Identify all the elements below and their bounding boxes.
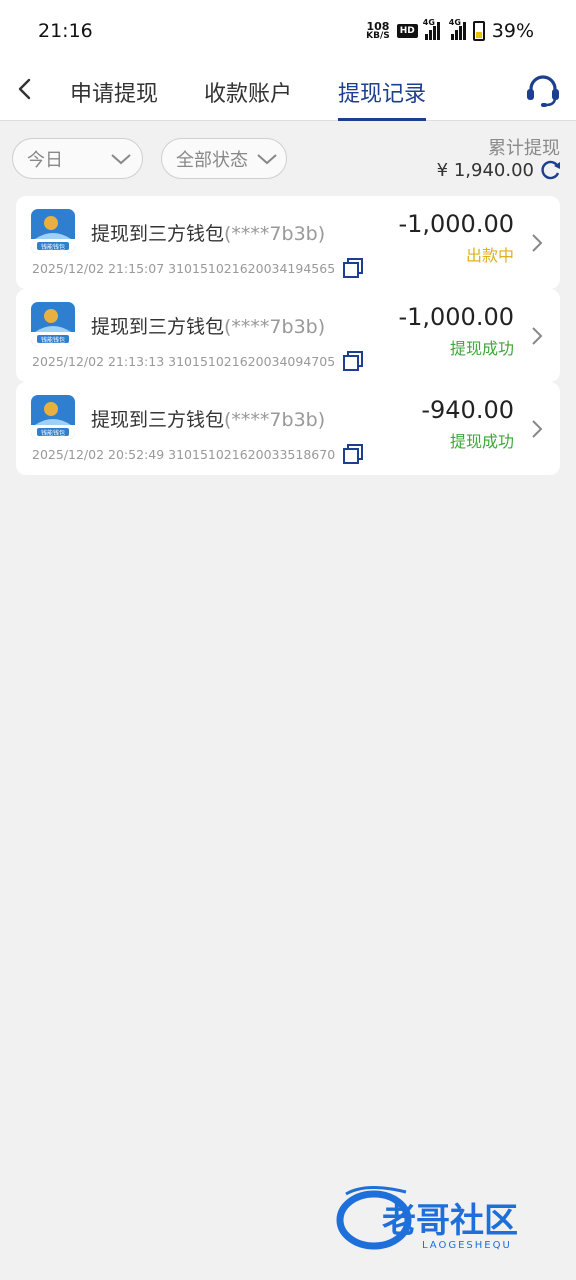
record-amount: -940.00 <box>421 396 514 424</box>
total-withdraw-label: 累计提现 <box>488 138 560 159</box>
signal-icon: 4G <box>423 18 440 40</box>
wallet-logo-icon: 钱能钱包 <box>31 302 75 346</box>
record-title: 提现到三方钱包(****7b3b) <box>91 219 325 246</box>
svg-text:LAOGESHEQU: LAOGESHEQU <box>422 1240 512 1251</box>
chevron-down-icon <box>257 153 277 164</box>
chevron-right-icon <box>532 234 543 252</box>
refresh-icon[interactable] <box>540 159 562 181</box>
filter-row: 今日 全部状态 累计提现 ¥ 1,940.00 <box>0 121 576 196</box>
withdraw-record-card[interactable]: 钱能钱包 提现到三方钱包(****7b3b) 2025/12/02 21:13:13… <box>16 289 560 382</box>
withdraw-record-card[interactable]: 钱能钱包 提现到三方钱包(****7b3b) 2025/12/02 21:15:07… <box>16 196 560 289</box>
record-status: 提现成功 <box>449 432 514 451</box>
total-withdraw-row: ¥ 1,940.00 <box>437 159 562 181</box>
record-title: 提现到三方钱包(****7b3b) <box>91 405 325 432</box>
chevron-right-icon <box>532 327 543 345</box>
copy-icon[interactable] <box>342 443 364 465</box>
record-amount: -1,000.00 <box>398 303 514 331</box>
copy-icon[interactable] <box>342 350 364 372</box>
date-filter-dropdown[interactable]: 今日 <box>12 138 143 179</box>
record-title-text: 提现到三方钱包 <box>91 316 225 338</box>
record-account: (****7b3b) <box>224 223 326 245</box>
status-icons: 108 KB/S HD 4G 4G 39% <box>366 18 534 42</box>
back-icon[interactable] <box>12 74 40 104</box>
wallet-logo-icon: 钱能钱包 <box>31 395 75 439</box>
svg-text:老哥社区: 老哥社区 <box>382 1201 518 1241</box>
svg-text:钱能钱包: 钱能钱包 <box>41 429 65 437</box>
record-title: 提现到三方钱包(****7b3b) <box>91 312 325 339</box>
record-account: (****7b3b) <box>224 409 326 431</box>
copy-icon[interactable] <box>342 257 364 279</box>
tab-payee-accounts[interactable]: 收款账户 <box>204 76 292 121</box>
chevron-right-icon <box>532 420 543 438</box>
status-filter-dropdown[interactable]: 全部状态 <box>161 138 287 179</box>
wallet-logo-icon: 钱能钱包 <box>31 209 75 253</box>
record-meta: 2025/12/02 21:15:07 31015102162003419456… <box>32 261 336 276</box>
header-area: 21:16 108 KB/S HD 4G 4G 39% 申请提现 收款账户 提现… <box>0 0 576 121</box>
signal-icon-2: 4G <box>449 18 466 40</box>
svg-text:钱能钱包: 钱能钱包 <box>41 243 65 251</box>
withdraw-record-card[interactable]: 钱能钱包 提现到三方钱包(****7b3b) 2025/12/02 20:52:49… <box>16 382 560 475</box>
network-speed: 108 KB/S <box>366 20 390 41</box>
hd-icon: HD <box>396 24 418 38</box>
chevron-down-icon <box>111 153 131 164</box>
record-meta: 2025/12/02 20:52:49 31015102162003351867… <box>32 447 336 462</box>
status-filter-value: 全部状态 <box>176 149 248 171</box>
record-title-text: 提现到三方钱包 <box>91 409 225 431</box>
record-status: 提现成功 <box>449 339 514 358</box>
tab-withdraw-records[interactable]: 提现记录 <box>338 76 427 121</box>
record-account: (****7b3b) <box>224 316 326 338</box>
record-meta: 2025/12/02 21:13:13 31015102162003409470… <box>32 354 336 369</box>
record-status: 出款中 <box>465 246 514 265</box>
tab-apply-withdraw[interactable]: 申请提现 <box>70 76 158 121</box>
status-time: 21:16 <box>38 20 93 42</box>
total-withdraw-value: ¥ 1,940.00 <box>436 159 534 181</box>
battery-icon <box>472 21 485 41</box>
status-bar: 21:16 108 KB/S HD 4G 4G 39% <box>0 0 576 62</box>
headset-icon[interactable] <box>524 72 562 108</box>
nav-bar: 申请提现 收款账户 提现记录 <box>0 62 576 121</box>
date-filter-value: 今日 <box>27 149 63 171</box>
record-amount: -1,000.00 <box>398 210 514 238</box>
record-title-text: 提现到三方钱包 <box>91 223 225 245</box>
battery-percent: 39% <box>491 20 534 42</box>
svg-text:钱能钱包: 钱能钱包 <box>41 336 65 344</box>
watermark-logo: 老哥社区 LAOGESHEQU <box>336 1186 518 1251</box>
